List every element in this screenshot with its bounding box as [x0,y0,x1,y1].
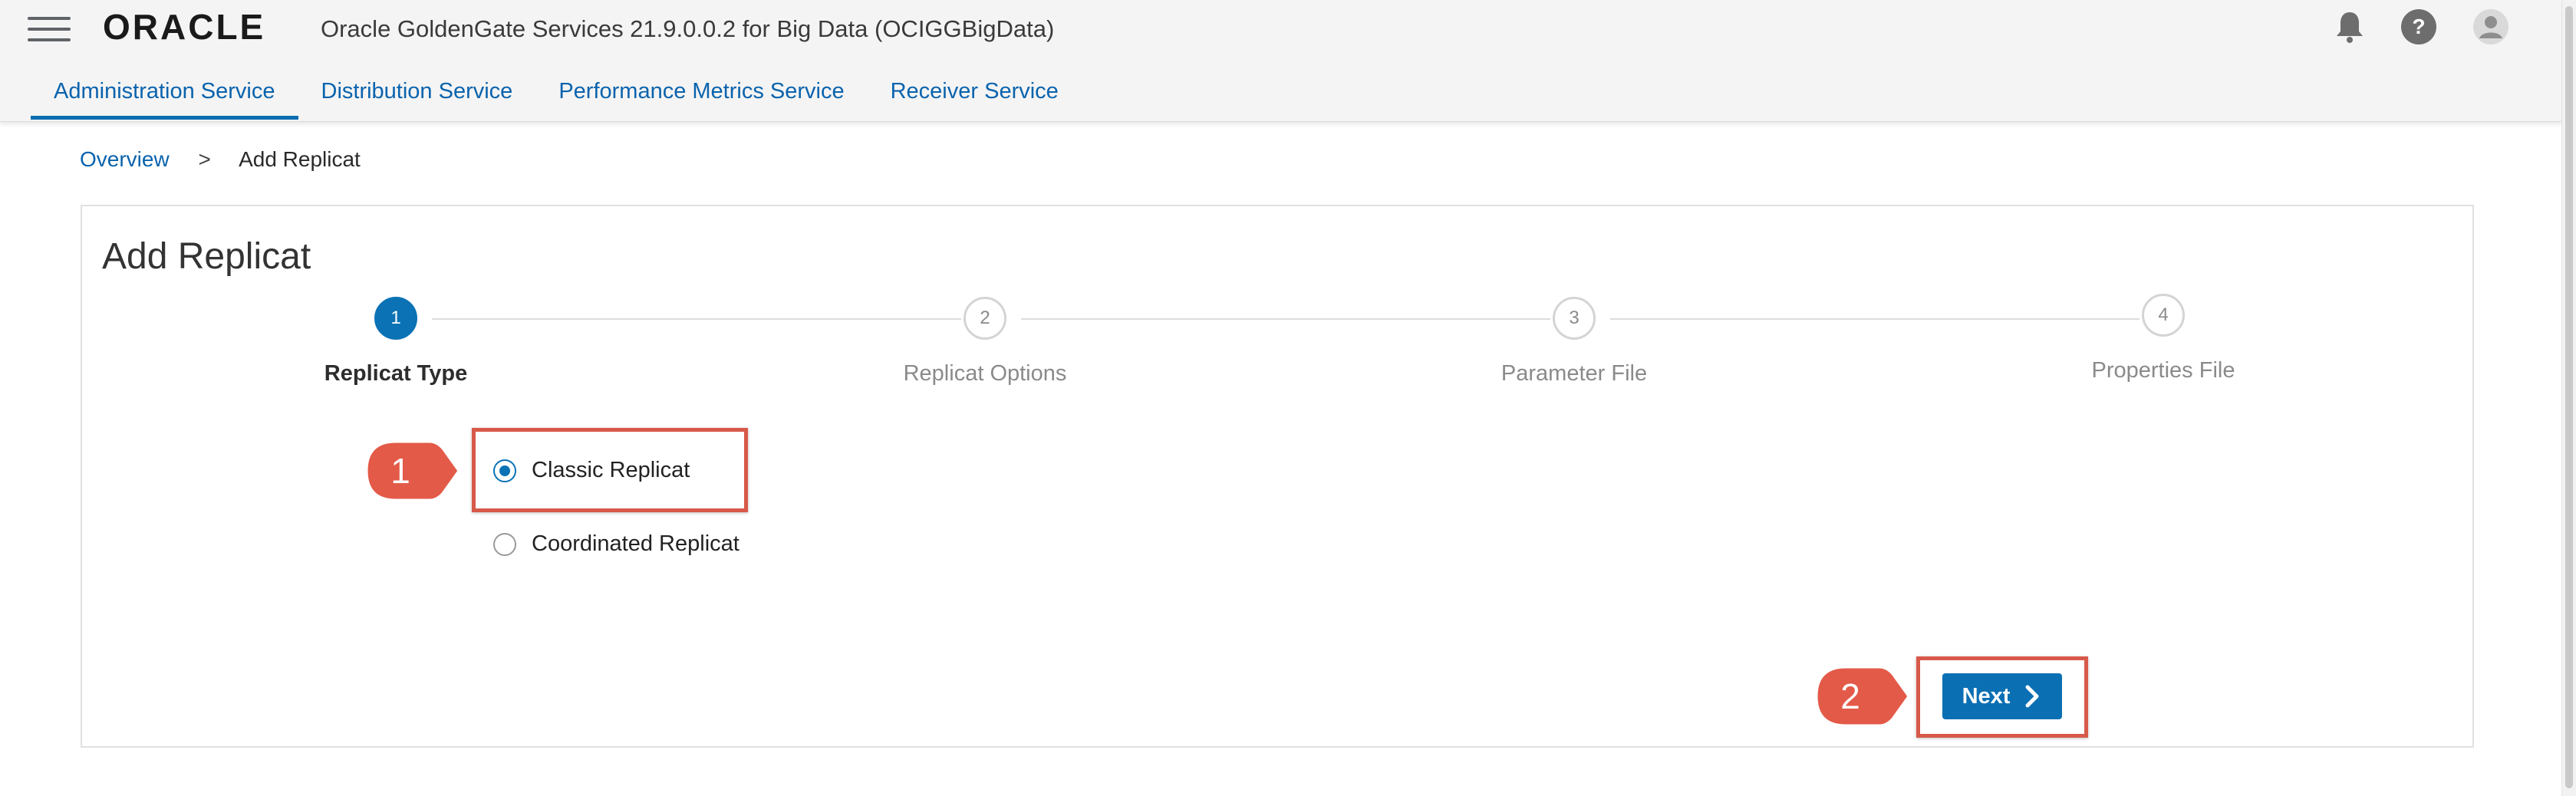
tab-administration-service[interactable]: Administration Service [31,74,298,120]
step-1-label: Replicat Type [324,361,468,386]
tab-distribution-service[interactable]: Distribution Service [298,74,536,120]
callout-2-number: 2 [1840,676,1860,716]
next-button[interactable]: Next [1942,673,2062,719]
step-1-indicator: 1 [374,297,417,340]
tab-performance-metrics-service[interactable]: Performance Metrics Service [535,74,867,120]
step-2-indicator: 2 [964,297,1006,340]
step-connector [432,318,961,320]
app-header: ORACLE Oracle GoldenGate Services 21.9.0… [0,0,2562,122]
coordinated-replicat-radio[interactable] [493,532,516,556]
service-tabs: Administration Service Distribution Serv… [31,74,1082,120]
chevron-right-icon [2025,685,2039,708]
breadcrumb-overview-link[interactable]: Overview [80,147,170,171]
highlight-box-classic-replicat [472,428,748,512]
coordinated-replicat-label: Coordinated Replicat [532,531,740,556]
page-title: Add Replicat [102,236,311,277]
vertical-scrollbar[interactable] [2561,0,2576,796]
step-connector [1610,318,2140,320]
next-button-label: Next [1962,683,2011,709]
user-icon[interactable] [2472,8,2510,46]
menu-icon[interactable] [28,17,71,43]
bell-icon[interactable] [2331,8,2369,46]
breadcrumb-separator: > [198,147,211,171]
help-icon[interactable]: ? [2400,8,2438,46]
step-connector [1021,318,1550,320]
breadcrumb: Overview > Add Replicat [80,147,361,172]
step-3-indicator: 3 [1553,297,1596,340]
step-2-label: Replicat Options [903,361,1067,386]
svg-text:?: ? [2412,15,2425,38]
step-4-label: Properties File [2091,358,2235,383]
callout-1-number: 1 [390,451,410,491]
step-4-indicator: 4 [2142,294,2185,337]
callout-2: 2 [1813,664,1912,729]
tab-receiver-service[interactable]: Receiver Service [868,74,1082,120]
step-3-label: Parameter File [1500,361,1648,386]
callout-1: 1 [364,439,462,503]
coordinated-replicat-option[interactable]: Coordinated Replicat [493,531,740,557]
oracle-logo: ORACLE [103,7,266,47]
breadcrumb-current: Add Replicat [239,147,361,171]
app-title: Oracle GoldenGate Services 21.9.0.0.2 fo… [321,15,1055,42]
